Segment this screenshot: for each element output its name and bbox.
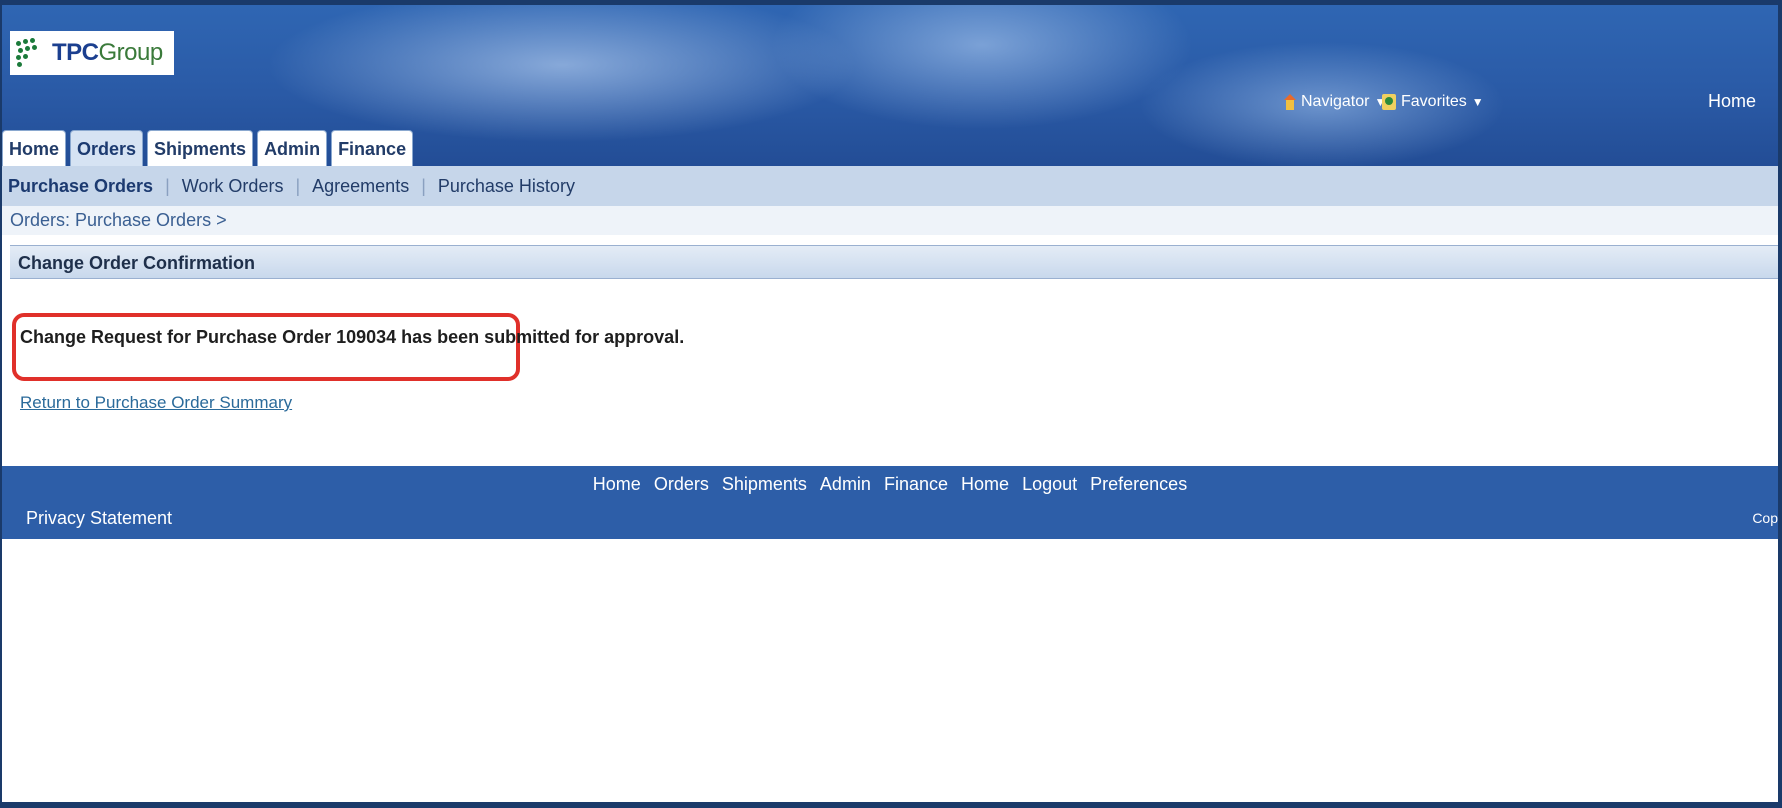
divider: | bbox=[421, 175, 426, 196]
favorites-menu[interactable]: Favorites ▼ bbox=[1382, 93, 1484, 111]
chevron-down-icon: ▼ bbox=[1471, 95, 1484, 109]
global-home-link[interactable]: Home bbox=[1708, 91, 1756, 112]
tpc-group-logo[interactable]: TPCGroup bbox=[10, 31, 174, 75]
favorites-label: Favorites bbox=[1401, 93, 1467, 110]
navigator-label: Navigator bbox=[1301, 93, 1370, 110]
footer-link-shipments[interactable]: Shipments bbox=[722, 474, 807, 494]
footer-links: Home Orders Shipments Admin Finance Home… bbox=[2, 474, 1778, 495]
favorites-icon bbox=[1382, 94, 1396, 110]
subnav-purchase-history[interactable]: Purchase History bbox=[432, 176, 581, 197]
app-frame: TPCGroup Navigator ▼ Favorites ▼ Home Ho… bbox=[2, 5, 1778, 802]
footer-link-logout[interactable]: Logout bbox=[1022, 474, 1077, 494]
navigator-menu[interactable]: Navigator ▼ bbox=[1284, 93, 1386, 111]
footer-link-home-2[interactable]: Home bbox=[961, 474, 1009, 494]
logo-text: TPCGroup bbox=[52, 39, 163, 66]
return-to-summary-link[interactable]: Return to Purchase Order Summary bbox=[20, 393, 292, 413]
subnav-agreements[interactable]: Agreements bbox=[306, 176, 415, 197]
tab-admin[interactable]: Admin bbox=[257, 130, 328, 168]
subnav-purchase-orders[interactable]: Purchase Orders bbox=[2, 176, 159, 197]
footer-link-orders[interactable]: Orders bbox=[654, 474, 709, 494]
divider: | bbox=[295, 175, 301, 196]
logo-dots-icon bbox=[14, 37, 46, 69]
tab-home[interactable]: Home bbox=[2, 130, 67, 168]
tab-orders[interactable]: Orders bbox=[70, 130, 144, 168]
footer-link-finance[interactable]: Finance bbox=[884, 474, 948, 494]
subnav-work-orders[interactable]: Work Orders bbox=[176, 176, 290, 197]
house-icon bbox=[1284, 94, 1296, 110]
header-banner: TPCGroup Navigator ▼ Favorites ▼ Home Ho… bbox=[2, 5, 1778, 182]
breadcrumb[interactable]: Orders: Purchase Orders > bbox=[2, 206, 1778, 235]
page-title: Change Order Confirmation bbox=[10, 245, 1778, 279]
footer-link-home[interactable]: Home bbox=[593, 474, 641, 494]
copyright-text: Cop bbox=[1752, 510, 1778, 526]
tab-shipments[interactable]: Shipments bbox=[147, 130, 254, 168]
sub-navigation: Purchase Orders | Work Orders | Agreemen… bbox=[2, 166, 1778, 206]
tab-finance[interactable]: Finance bbox=[331, 130, 414, 168]
footer: Home Orders Shipments Admin Finance Home… bbox=[2, 466, 1778, 539]
main-tabs: Home Orders Shipments Admin Finance bbox=[2, 129, 417, 168]
footer-link-preferences[interactable]: Preferences bbox=[1090, 474, 1187, 494]
divider: | bbox=[165, 175, 170, 196]
confirmation-message: Change Request for Purchase Order 109034… bbox=[20, 327, 685, 347]
footer-link-admin[interactable]: Admin bbox=[820, 474, 871, 494]
privacy-statement-link[interactable]: Privacy Statement bbox=[26, 508, 172, 529]
